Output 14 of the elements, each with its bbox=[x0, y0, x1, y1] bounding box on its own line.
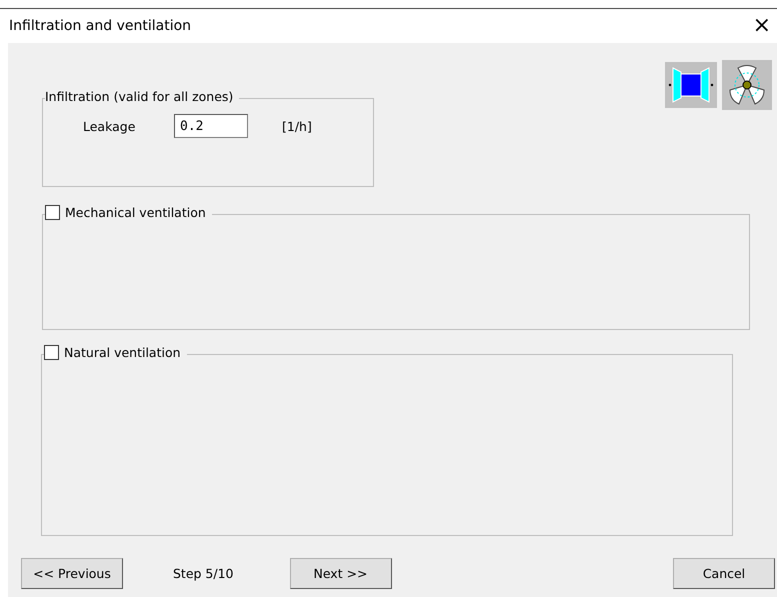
group-title: Infiltration (valid for all zones) bbox=[45, 89, 234, 104]
step-indicator: Step 5/10 bbox=[173, 566, 234, 581]
next-button[interactable]: Next >> bbox=[290, 558, 392, 589]
field-label: Leakage bbox=[83, 118, 136, 134]
checkbox[interactable] bbox=[44, 345, 59, 360]
window-icon[interactable] bbox=[665, 62, 717, 108]
checkbox[interactable] bbox=[45, 205, 60, 220]
window-title: Infiltration and ventilation bbox=[9, 18, 192, 34]
close-button[interactable]: × bbox=[746, 15, 777, 37]
cancel-button[interactable]: Cancel bbox=[673, 558, 775, 589]
fan-icon[interactable] bbox=[722, 60, 772, 110]
previous-button[interactable]: << Previous bbox=[21, 558, 123, 589]
leakage-field[interactable]: 0.2 bbox=[174, 114, 248, 138]
unit-label: [1/h] bbox=[282, 118, 312, 134]
